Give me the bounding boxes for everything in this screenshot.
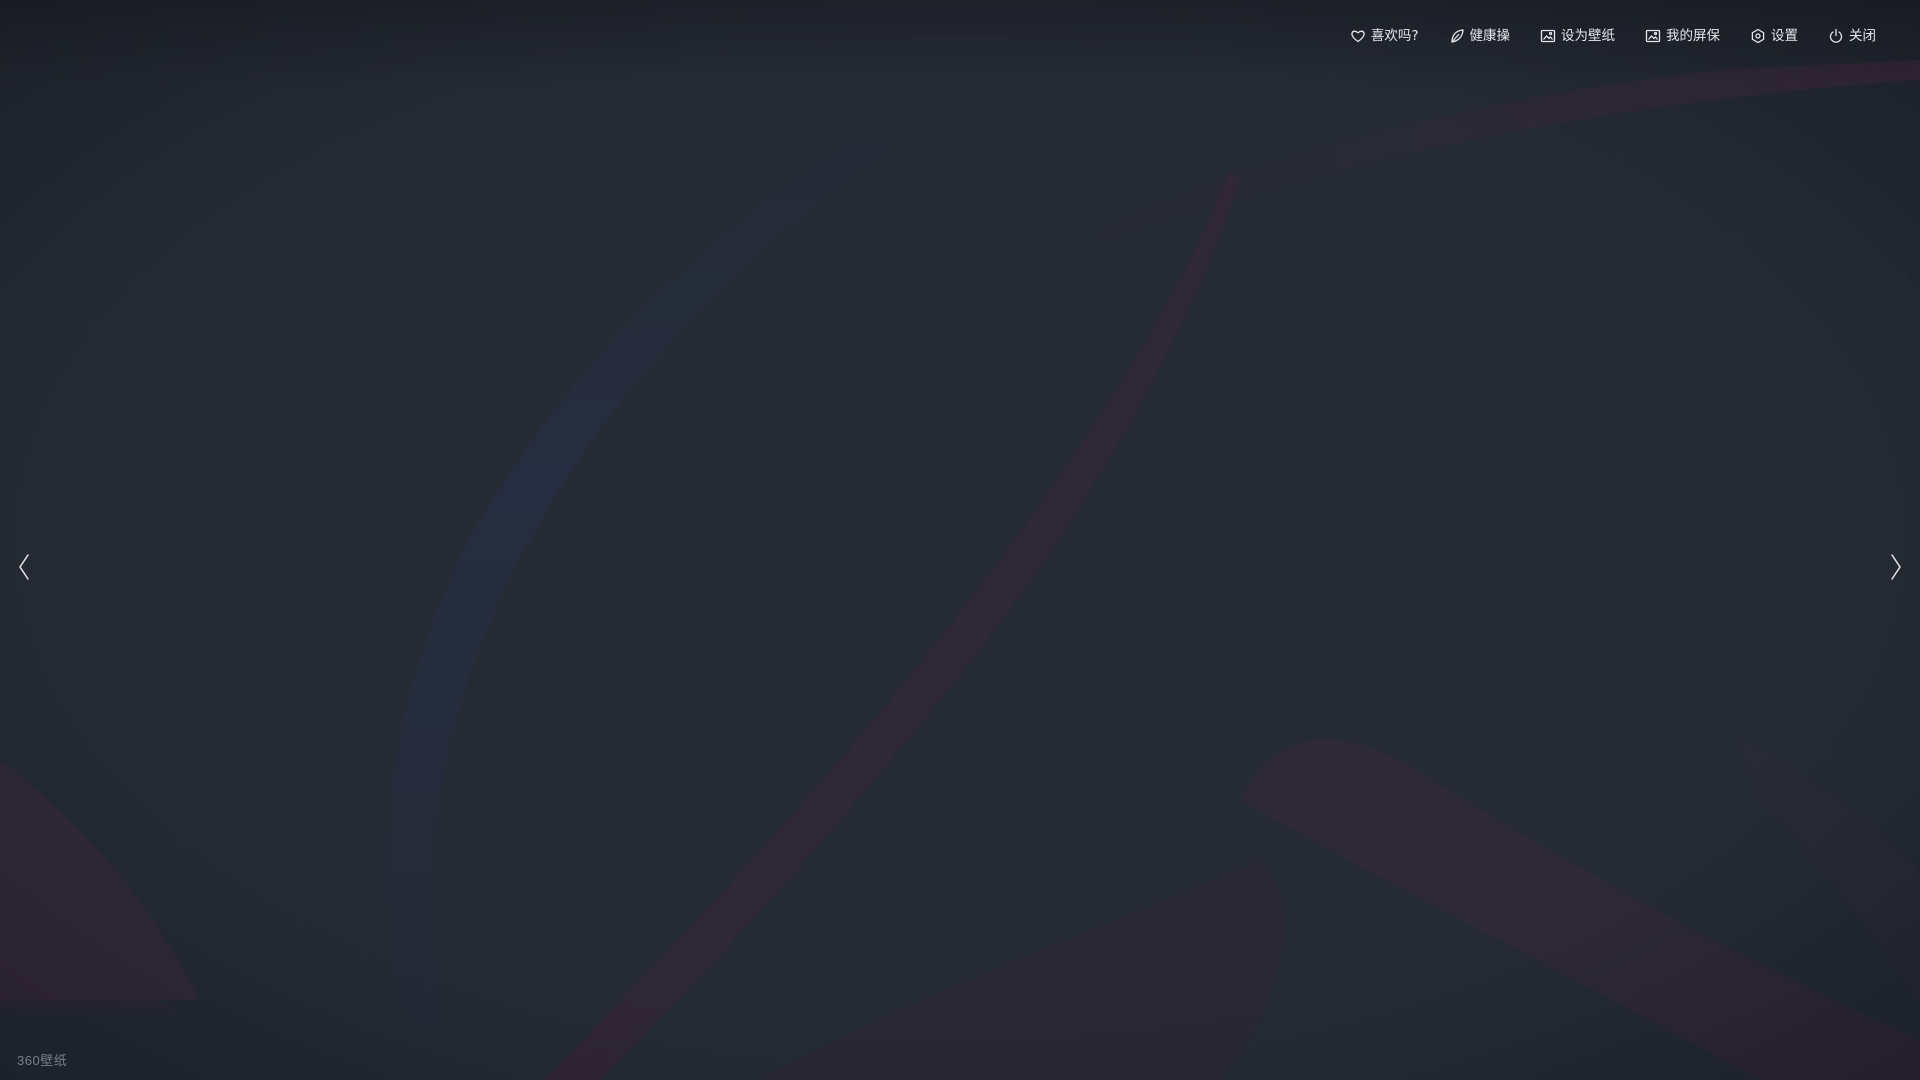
next-button[interactable]	[1884, 552, 1908, 586]
image-icon	[1645, 28, 1661, 44]
top-toolbar: 喜欢吗? 健康操 设为壁纸 我的屏保 设置 关闭	[1350, 26, 1876, 46]
settings-label: 设置	[1771, 28, 1798, 44]
power-icon	[1828, 28, 1844, 44]
heart-icon	[1350, 28, 1366, 44]
screensaver-stage: 喜欢吗? 健康操 设为壁纸 我的屏保 设置 关闭 360壁纸	[0, 0, 1920, 1080]
close-button[interactable]: 关闭	[1828, 26, 1876, 46]
my-screensaver-label: 我的屏保	[1666, 28, 1720, 44]
wallpaper-background	[0, 0, 1920, 1080]
like-label: 喜欢吗?	[1370, 28, 1419, 44]
settings-icon	[1750, 28, 1766, 44]
brand-logo: 360壁纸	[17, 1053, 68, 1068]
set-wallpaper-button[interactable]: 设为壁纸	[1540, 26, 1615, 46]
leaf-icon	[1449, 28, 1465, 44]
exercise-label: 健康操	[1469, 28, 1511, 44]
image-icon	[1540, 28, 1556, 44]
chevron-left-icon	[16, 552, 32, 586]
like-button[interactable]: 喜欢吗?	[1350, 26, 1419, 46]
chevron-right-icon	[1888, 552, 1904, 586]
close-label: 关闭	[1849, 28, 1876, 44]
exercise-button[interactable]: 健康操	[1449, 26, 1511, 46]
my-screensaver-button[interactable]: 我的屏保	[1645, 26, 1720, 46]
set-wallpaper-label: 设为壁纸	[1561, 28, 1615, 44]
settings-button[interactable]: 设置	[1750, 26, 1798, 46]
previous-button[interactable]	[12, 552, 36, 586]
